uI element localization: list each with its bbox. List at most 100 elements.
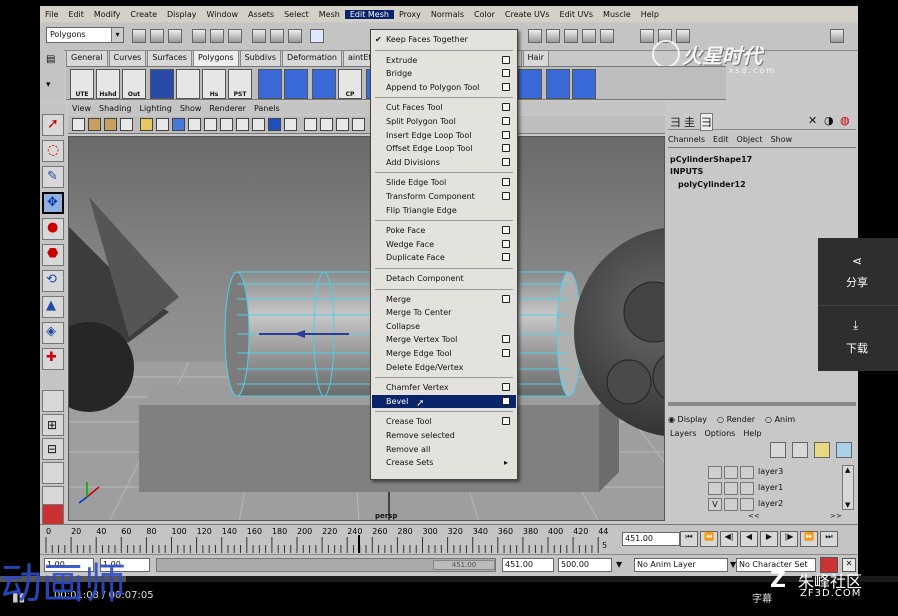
last-tool-icon[interactable]: ✚ <box>42 348 64 370</box>
viewport-tool-icon-17[interactable] <box>336 118 349 131</box>
render-icon[interactable] <box>546 29 560 43</box>
option-box-icon[interactable] <box>502 103 510 112</box>
input-node-name[interactable]: polyCylinder12 <box>678 180 746 189</box>
tool-settings-toggle-icon[interactable] <box>676 29 690 43</box>
shelf-button-10[interactable] <box>312 69 336 99</box>
viewport-tool-icon-11[interactable] <box>236 118 249 131</box>
menu-item-detach-component[interactable]: Detach Component <box>372 272 516 285</box>
new-scene-icon[interactable] <box>132 29 146 43</box>
menu-item-wedge-face[interactable]: Wedge Face <box>372 238 516 251</box>
option-box-icon[interactable] <box>502 383 510 392</box>
shelf-menu[interactable]: ▤ ▾ <box>40 50 64 100</box>
snap-grid-icon[interactable] <box>252 29 266 43</box>
menu-create[interactable]: Create <box>125 10 162 19</box>
attribute-icon[interactable]: ◍ <box>840 114 850 127</box>
option-box-icon[interactable] <box>502 82 510 91</box>
menu-item-flip-triangle-edge[interactable]: Flip Triangle Edge <box>372 204 516 217</box>
shape-node-name[interactable]: pCylinderShape17 <box>670 155 752 164</box>
option-box-icon[interactable] <box>502 117 510 125</box>
panel-menu-panels[interactable]: Panels <box>250 104 284 113</box>
panel-menu-lighting[interactable]: Lighting <box>135 104 175 113</box>
show-manip-icon[interactable]: ◈ <box>42 322 64 344</box>
shelf-button-9[interactable] <box>284 69 308 99</box>
plus-icon[interactable] <box>310 29 324 43</box>
shelf-button-18[interactable] <box>518 69 542 99</box>
play-forwards-icon[interactable]: ▶ <box>760 531 778 547</box>
video-progress-bar[interactable] <box>0 576 898 582</box>
go-to-end-icon[interactable]: ⏭ <box>820 531 838 547</box>
option-box-icon[interactable] <box>502 55 510 64</box>
option-box-icon[interactable] <box>502 294 510 303</box>
go-to-start-icon[interactable]: ⏮ <box>680 531 698 547</box>
shelf-button-5[interactable] <box>176 69 200 99</box>
menu-file[interactable]: File <box>40 10 63 19</box>
lasso-tool-icon[interactable]: ◌ <box>42 140 64 162</box>
option-box-icon[interactable] <box>502 192 510 200</box>
save-scene-icon[interactable] <box>168 29 182 43</box>
viewport-tool-icon-14[interactable] <box>284 118 297 131</box>
shelf-button-3[interactable]: Out <box>122 69 146 99</box>
menu-item-slide-edge-tool[interactable]: Slide Edge Tool <box>372 176 516 189</box>
layer-row[interactable]: layer3 <box>708 465 858 480</box>
menu-edit-uvs[interactable]: Edit UVs <box>555 10 599 19</box>
share-button[interactable]: ⋖ 分享 <box>818 238 898 304</box>
option-box-icon[interactable] <box>502 417 510 426</box>
perspective-viewport[interactable]: persp <box>68 136 665 521</box>
ipr-render-icon[interactable] <box>564 29 578 43</box>
shelf-tab-polygons[interactable]: Polygons <box>192 50 239 66</box>
viewport-tool-icon-2[interactable] <box>88 118 101 131</box>
layer-scroll-left[interactable]: << <box>748 512 760 520</box>
menu-item-add-divisions[interactable]: Add Divisions <box>372 156 516 169</box>
menu-item-offset-edge-loop-tool[interactable]: Offset Edge Loop Tool <box>372 142 516 155</box>
subtitle-button[interactable]: 字幕 <box>752 590 772 605</box>
layer-visibility-toggle[interactable] <box>708 482 722 495</box>
step-back-frame-icon[interactable]: ◀| <box>720 531 738 547</box>
shelf-tab-deformation[interactable]: Deformation <box>282 50 342 66</box>
shelf-button-7[interactable]: PST <box>228 69 252 99</box>
menu-display[interactable]: Display <box>162 10 202 19</box>
shelf-button-20[interactable] <box>572 69 596 99</box>
menu-item-crease-tool[interactable]: Crease Tool <box>372 415 516 428</box>
layer-menu-layers[interactable]: Layers <box>670 429 696 438</box>
universal-manip-icon[interactable]: ⟲ <box>42 270 64 292</box>
menu-item-keep-faces-together[interactable]: ✔ Keep Faces Together <box>372 33 516 46</box>
menu-item-remove-all[interactable]: Remove all <box>372 443 516 456</box>
open-scene-icon[interactable] <box>150 29 164 43</box>
layer-tab-anim[interactable]: ○ Anim <box>765 415 795 424</box>
shelf-button-1[interactable]: UTE <box>70 69 94 99</box>
graph-layout-icon[interactable] <box>42 462 64 484</box>
new-layer-selected-icon[interactable] <box>836 442 852 458</box>
channel-box-icon[interactable]: 彐 <box>670 114 681 130</box>
shelf-button-11[interactable]: CP <box>338 69 362 99</box>
anim-layer-dropdown[interactable]: No Anim Layer <box>634 558 728 572</box>
layer-move-up-icon[interactable] <box>770 442 786 458</box>
menu-item-insert-edge-loop-tool[interactable]: Insert Edge Loop Tool <box>372 129 516 142</box>
menu-muscle[interactable]: Muscle <box>598 10 636 19</box>
option-box-icon[interactable] <box>502 69 510 78</box>
hypershade-icon[interactable] <box>600 29 614 43</box>
shelf-tab-surfaces[interactable]: Surfaces <box>147 50 192 66</box>
option-box-icon[interactable] <box>502 396 510 405</box>
select-object-icon[interactable] <box>210 29 224 43</box>
layer-type-toggle[interactable] <box>724 466 738 479</box>
select-component-icon[interactable] <box>228 29 242 43</box>
mode-selector[interactable]: Polygons ▾ <box>46 27 124 43</box>
viewport-tool-icon-15[interactable] <box>304 118 317 131</box>
panel-menu-show[interactable]: Show <box>176 104 206 113</box>
select-hierarchy-icon[interactable] <box>192 29 206 43</box>
menu-item-merge[interactable]: Merge <box>372 293 516 306</box>
step-forward-key-icon[interactable]: ⏩ <box>800 531 818 547</box>
snap-point-icon[interactable] <box>288 29 302 43</box>
panel-menu-view[interactable]: View <box>68 104 95 113</box>
viewport-tool-icon-1[interactable] <box>72 118 85 131</box>
rotate-tool-icon[interactable]: ● <box>42 218 64 240</box>
layer-scrollbar[interactable]: ▲ ▼ <box>842 465 854 510</box>
layer-visibility-toggle[interactable]: V <box>708 498 722 511</box>
menu-item-bevel[interactable]: Bevel ➚ <box>372 394 516 409</box>
menu-normals[interactable]: Normals <box>426 10 469 19</box>
snap-curve-icon[interactable] <box>270 29 284 43</box>
menu-select[interactable]: Select <box>279 10 314 19</box>
layer-tab-render[interactable]: ○ Render <box>717 415 755 424</box>
channel-menu-edit[interactable]: Edit <box>713 135 729 144</box>
menu-item-append-to-polygon-tool[interactable]: Append to Polygon Tool <box>372 81 516 94</box>
